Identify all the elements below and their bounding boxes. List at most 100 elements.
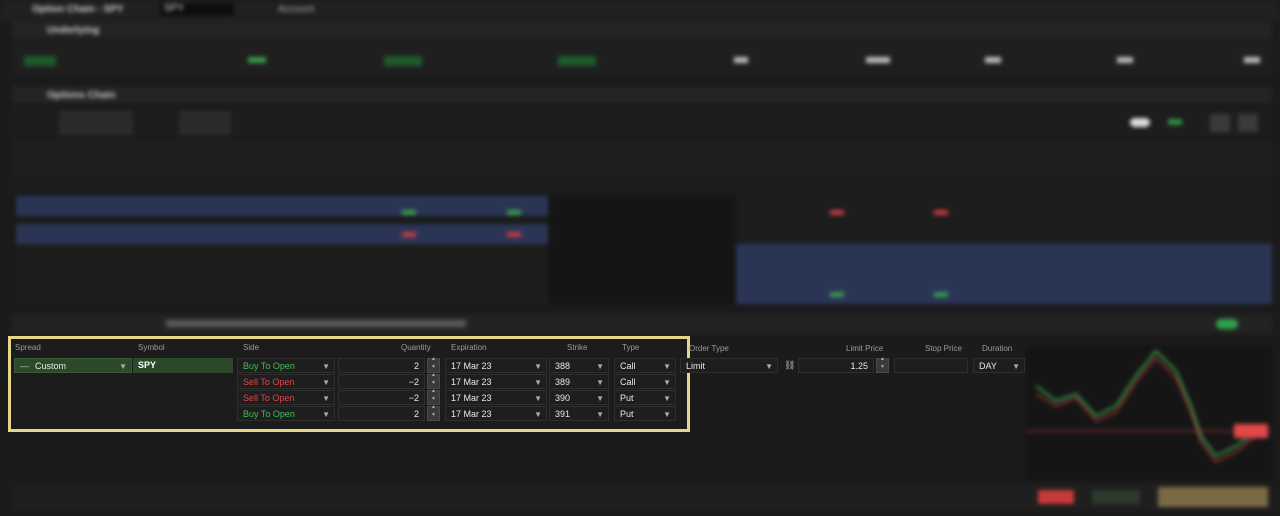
strikes-filter-dropdown[interactable] xyxy=(180,112,230,134)
option-chain-table xyxy=(12,140,1272,306)
underlying-section-header[interactable]: Underlying xyxy=(12,21,1272,39)
chevron-down-icon: ▼ xyxy=(765,362,773,371)
stat-value xyxy=(985,57,1001,63)
symbol-field[interactable]: SPY xyxy=(133,358,233,373)
ask-box xyxy=(558,56,596,66)
chevron-down-icon: ▼ xyxy=(322,378,330,387)
chevron-down-icon: ▼ xyxy=(322,362,330,371)
chain-filter-bar xyxy=(12,106,1272,140)
leg-type-label: Call xyxy=(620,361,636,371)
chevron-down-icon: ▼ xyxy=(534,378,542,387)
option-chain-section-title: Options Chain xyxy=(47,90,116,101)
chevron-down-icon: ▼ xyxy=(1012,362,1020,371)
layout-button[interactable] xyxy=(1238,114,1258,132)
stat-value xyxy=(866,57,890,63)
leg-strike-label: 390 xyxy=(555,393,571,403)
duration-header: Duration xyxy=(982,344,1013,353)
strike-column xyxy=(548,196,736,304)
ask-value[interactable] xyxy=(934,292,948,297)
link-icon[interactable]: ⛓ xyxy=(784,360,795,371)
review-send-button[interactable] xyxy=(1158,487,1268,507)
order-type-label: Limit xyxy=(686,361,706,371)
bid-value[interactable] xyxy=(402,210,416,215)
settings-button[interactable] xyxy=(1210,114,1230,132)
leg-strike-label: 389 xyxy=(555,377,571,387)
symbol-input[interactable]: SPY xyxy=(160,3,234,16)
leg-strike-label: 391 xyxy=(555,409,571,419)
leg-quantity-input[interactable]: 2 xyxy=(338,358,425,373)
leg-expiration-label: 17 Mar 23 xyxy=(451,377,492,387)
limit-price-input[interactable]: 1.25 xyxy=(798,358,874,373)
chevron-down-icon: ▼ xyxy=(322,394,330,403)
spread-dropdown[interactable]: — Custom ▼ xyxy=(14,358,132,373)
bottom-action-bar xyxy=(12,484,1272,510)
cancel-button[interactable] xyxy=(1038,490,1074,504)
stat-value xyxy=(734,57,748,63)
chain-row-call-itm[interactable] xyxy=(16,196,548,216)
ask-value[interactable] xyxy=(934,210,948,215)
order-type-dropdown[interactable]: Limit ▼ xyxy=(680,358,778,373)
leg-type-dropdown[interactable]: Call ▼ xyxy=(614,374,676,389)
chain-row-call-itm[interactable] xyxy=(16,224,548,244)
option-chain-section-header[interactable]: Options Chain xyxy=(12,86,1272,104)
leg-type-dropdown[interactable]: Put ▼ xyxy=(614,390,676,405)
chevron-down-icon: ▼ xyxy=(596,410,604,419)
limit-price-stepper[interactable] xyxy=(876,356,889,373)
quantity-stepper[interactable] xyxy=(427,388,440,405)
quantity-stepper[interactable] xyxy=(427,356,440,373)
chain-rows-call-otm[interactable] xyxy=(16,244,548,304)
chain-rows-put-itm[interactable] xyxy=(736,244,1272,304)
expiration-group-row[interactable] xyxy=(12,178,1272,194)
side-header: Side xyxy=(243,343,260,352)
leg-expiration-dropdown[interactable]: 17 Mar 23 ▼ xyxy=(445,406,547,421)
leg-strike-label: 388 xyxy=(555,361,571,371)
chevron-down-icon: ▼ xyxy=(534,362,542,371)
leg-side-label: Buy To Open xyxy=(243,409,295,419)
spread-dash-icon: — xyxy=(20,361,29,371)
leg-side-dropdown[interactable]: Sell To Open ▼ xyxy=(237,390,335,405)
leg-type-dropdown[interactable]: Call ▼ xyxy=(614,358,676,373)
bid-value[interactable] xyxy=(830,292,844,297)
save-button[interactable] xyxy=(1092,490,1140,504)
quantity-stepper[interactable] xyxy=(427,372,440,389)
bid-value[interactable] xyxy=(830,210,844,215)
type-header: Type xyxy=(622,343,640,352)
bid-value[interactable] xyxy=(402,232,416,237)
leg-expiration-label: 17 Mar 23 xyxy=(451,361,492,371)
leg-quantity-input[interactable]: 2 xyxy=(338,406,425,421)
leg-expiration-dropdown[interactable]: 17 Mar 23 ▼ xyxy=(445,358,547,373)
leg-quantity-input[interactable]: −2 xyxy=(338,390,425,405)
order-summary-text xyxy=(166,320,466,327)
leg-side-dropdown[interactable]: Buy To Open ▼ xyxy=(237,358,335,373)
quantity-stepper[interactable] xyxy=(427,404,440,421)
ask-value[interactable] xyxy=(507,232,521,237)
price-chart-svg xyxy=(1026,349,1272,463)
leg-quantity-input[interactable]: −2 xyxy=(338,374,425,389)
leg-type-dropdown[interactable]: Put ▼ xyxy=(614,406,676,421)
leg-expiration-dropdown[interactable]: 17 Mar 23 ▼ xyxy=(445,390,547,405)
ask-value[interactable] xyxy=(507,210,521,215)
leg-side-label: Sell To Open xyxy=(243,377,295,387)
leg-side-label: Sell To Open xyxy=(243,393,295,403)
stop-price-input[interactable] xyxy=(894,358,968,373)
spread-filter-dropdown[interactable] xyxy=(60,112,132,134)
leg-side-label: Buy To Open xyxy=(243,361,295,371)
trade-toggle[interactable] xyxy=(1216,319,1238,329)
chevron-down-icon: ▼ xyxy=(663,394,671,403)
duration-dropdown[interactable]: DAY ▼ xyxy=(973,358,1025,373)
quantity-header: Quantity xyxy=(401,343,431,352)
chain-rows-put-otm[interactable] xyxy=(736,196,1272,244)
leg-expiration-dropdown[interactable]: 17 Mar 23 ▼ xyxy=(445,374,547,389)
leg-strike-dropdown[interactable]: 389 ▼ xyxy=(549,374,609,389)
leg-side-dropdown[interactable]: Buy To Open ▼ xyxy=(237,406,335,421)
analysis-toggle[interactable] xyxy=(1130,118,1150,127)
leg-type-label: Call xyxy=(620,377,636,387)
spread-value: Custom xyxy=(35,361,67,371)
account-selector[interactable]: Account xyxy=(278,4,314,15)
duration-label: DAY xyxy=(979,361,997,371)
leg-strike-dropdown[interactable]: 391 ▼ xyxy=(549,406,609,421)
leg-expiration-label: 17 Mar 23 xyxy=(451,393,492,403)
leg-side-dropdown[interactable]: Sell To Open ▼ xyxy=(237,374,335,389)
leg-strike-dropdown[interactable]: 390 ▼ xyxy=(549,390,609,405)
leg-strike-dropdown[interactable]: 388 ▼ xyxy=(549,358,609,373)
